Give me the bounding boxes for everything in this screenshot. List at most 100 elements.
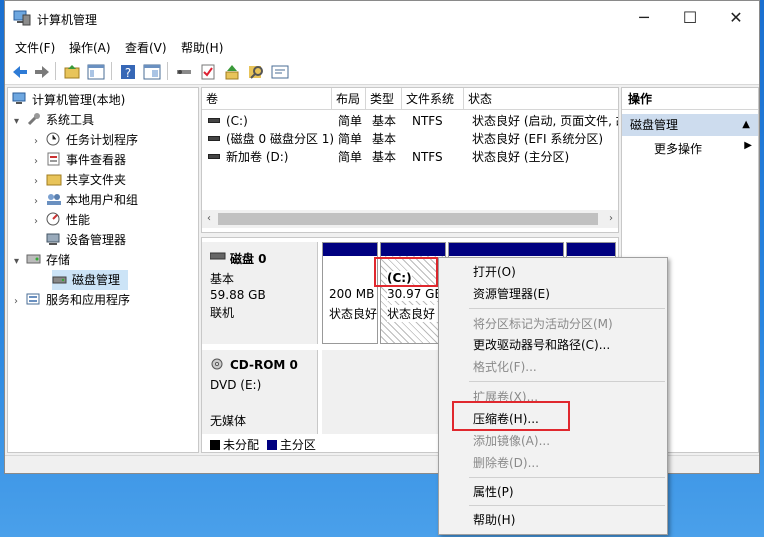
- legend-swatch-primary: [266, 440, 277, 450]
- search-icon[interactable]: [245, 61, 265, 81]
- cdrom-label[interactable]: CD-ROM 0 DVD (E:) 无媒体: [202, 350, 318, 434]
- chevron-down-icon[interactable]: ▾: [14, 252, 26, 272]
- scrollbar-thumb[interactable]: [218, 213, 598, 225]
- chevron-right-icon[interactable]: ›: [14, 292, 26, 312]
- menu-file[interactable]: 文件(F): [15, 39, 55, 56]
- volume-row[interactable]: (磁盘 0 磁盘分区 1) 简单 基本 状态良好 (EFI 系统分区): [202, 130, 620, 148]
- clock-icon: [46, 132, 62, 146]
- device-manager-icon: [46, 232, 62, 246]
- chevron-right-icon[interactable]: ›: [34, 212, 46, 232]
- tree-label: 性能: [66, 213, 91, 227]
- volume-layout: 简单: [338, 150, 363, 164]
- computer-management-icon: [13, 10, 31, 26]
- users-icon: [46, 192, 62, 206]
- volume-icon: [208, 118, 220, 123]
- cdrom-media: 无媒体: [210, 414, 247, 428]
- tree-item-system-tools[interactable]: ▾ 系统工具: [14, 110, 94, 130]
- back-arrow-icon[interactable]: [9, 61, 29, 81]
- help-icon[interactable]: ?: [117, 61, 137, 81]
- cdrom-icon: [210, 358, 226, 373]
- window-title: 计算机管理: [37, 13, 98, 27]
- menu-item-format[interactable]: 格式化(F)...: [473, 357, 537, 377]
- volume-row[interactable]: (C:) 简单 基本 NTFS 状态良好 (启动, 页面文件, 故: [202, 112, 620, 130]
- chevron-down-icon[interactable]: ▾: [14, 112, 26, 132]
- tree-item-local-users[interactable]: › 本地用户和组: [34, 190, 138, 210]
- menu-action[interactable]: 操作(A): [69, 39, 111, 56]
- checklist-icon[interactable]: [197, 61, 217, 81]
- toolbar-separator: [111, 62, 112, 80]
- volume-filesystem: NTFS: [412, 150, 443, 164]
- tree-item-shared-folders[interactable]: › 共享文件夹: [34, 170, 126, 190]
- partition-efi[interactable]: 200 MB 状态良好: [322, 242, 378, 344]
- partition-bar: [381, 243, 445, 256]
- connect-icon[interactable]: [173, 61, 193, 81]
- menu-item-add-mirror[interactable]: 添加镜像(A)...: [473, 431, 550, 451]
- menu-view[interactable]: 查看(V): [125, 39, 167, 56]
- toolbar-separator: [167, 62, 168, 80]
- partition-bar: [567, 243, 615, 256]
- menu-bar: 文件(F) 操作(A) 查看(V) 帮助(H): [5, 35, 759, 57]
- console-icon[interactable]: [269, 61, 289, 81]
- more-actions[interactable]: 更多操作: [654, 140, 702, 157]
- tree-item-performance[interactable]: › 性能: [34, 210, 90, 230]
- volume-name: 新加卷 (D:): [226, 150, 289, 164]
- disk-management-icon: [52, 272, 68, 286]
- tree-item-device-manager[interactable]: 设备管理器: [46, 230, 126, 250]
- tree-label: 服务和应用程序: [46, 293, 131, 307]
- highlight-c-partition: [374, 257, 438, 287]
- volume-name: (C:): [226, 114, 248, 128]
- tree-item-services[interactable]: › 服务和应用程序: [14, 290, 130, 310]
- up-folder-icon[interactable]: [61, 61, 81, 81]
- menu-item-mark-active[interactable]: 将分区标记为活动分区(M): [473, 314, 613, 334]
- chevron-right-icon[interactable]: ▶: [744, 140, 752, 151]
- show-hide-tree-icon[interactable]: [85, 61, 105, 81]
- tree-item-disk-management[interactable]: 磁盘管理: [52, 270, 128, 290]
- menu-item-help[interactable]: 帮助(H): [473, 510, 515, 530]
- tree-item-storage[interactable]: ▾ 存储: [14, 250, 70, 270]
- navigation-tree: 计算机管理(本地) ▾ 系统工具 › 任务计划程序 › 事件查看器 › 共享文件夹 › 本…: [7, 87, 199, 453]
- minimize-button[interactable]: ─: [621, 1, 667, 35]
- upload-icon[interactable]: [221, 61, 241, 81]
- partition-status: 状态良好 (: [387, 305, 444, 322]
- volume-status: 状态良好 (EFI 系统分区): [472, 132, 604, 146]
- disk-0-label[interactable]: 磁盘 0 基本 59.88 GB 联机: [202, 242, 318, 344]
- volume-row[interactable]: 新加卷 (D:) 简单 基本 NTFS 状态良好 (主分区): [202, 148, 620, 166]
- forward-arrow-icon[interactable]: [31, 61, 51, 81]
- cdrom-name: CD-ROM 0: [230, 358, 298, 372]
- menu-item-explorer[interactable]: 资源管理器(E): [473, 284, 550, 304]
- menu-item-open[interactable]: 打开(O): [473, 262, 516, 282]
- disk-0-type: 基本: [210, 272, 235, 286]
- volume-status: 状态良好 (主分区): [472, 150, 570, 164]
- volume-type: 基本: [372, 114, 397, 128]
- chevron-right-icon[interactable]: ›: [34, 172, 46, 192]
- column-header-filesystem[interactable]: 文件系统: [402, 88, 464, 110]
- scroll-left-icon[interactable]: ‹: [202, 211, 216, 227]
- maximize-button[interactable]: ☐: [667, 1, 713, 35]
- chevron-right-icon[interactable]: ›: [34, 152, 46, 172]
- tree-item-task-scheduler[interactable]: › 任务计划程序: [34, 130, 138, 150]
- scroll-right-icon[interactable]: ›: [604, 211, 618, 227]
- highlight-shrink-volume: [452, 401, 570, 431]
- column-header-layout[interactable]: 布局: [332, 88, 366, 110]
- context-menu: 打开(O) 资源管理器(E) 将分区标记为活动分区(M) 更改驱动器号和路径(C…: [438, 257, 668, 535]
- properties-icon[interactable]: [141, 61, 161, 81]
- collapse-up-icon[interactable]: ▲: [742, 114, 750, 136]
- more-actions-label: 更多操作: [654, 142, 703, 156]
- menu-item-change-letter[interactable]: 更改驱动器号和路径(C)...: [473, 335, 610, 355]
- horizontal-scrollbar[interactable]: ‹ ›: [202, 210, 618, 228]
- tree-label: 任务计划程序: [66, 133, 139, 147]
- chevron-right-icon[interactable]: ›: [34, 132, 46, 152]
- menu-item-delete[interactable]: 删除卷(D)...: [473, 453, 539, 473]
- computer-icon: [12, 92, 28, 106]
- actions-section-disk-management[interactable]: 磁盘管理 ▲: [622, 114, 758, 136]
- menu-item-properties[interactable]: 属性(P): [473, 482, 514, 502]
- menu-help[interactable]: 帮助(H): [181, 39, 223, 56]
- chevron-right-icon[interactable]: ›: [34, 192, 46, 212]
- close-button[interactable]: ✕: [713, 1, 759, 35]
- column-header-volume[interactable]: 卷: [202, 88, 332, 110]
- column-header-status[interactable]: 状态: [464, 88, 618, 110]
- tree-item-event-viewer[interactable]: › 事件查看器: [34, 150, 126, 170]
- column-header-type[interactable]: 类型: [366, 88, 402, 110]
- tree-item-root[interactable]: 计算机管理(本地): [12, 90, 125, 110]
- toolbar-separator: [55, 62, 56, 80]
